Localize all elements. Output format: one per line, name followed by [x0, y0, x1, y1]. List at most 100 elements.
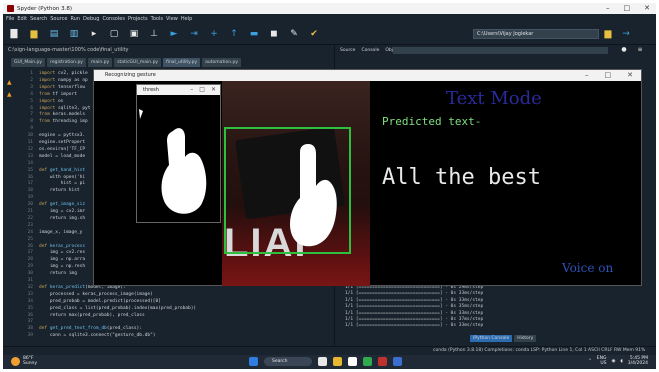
- code-line[interactable]: engine = pyttsx3.: [39, 133, 85, 138]
- warning-icon[interactable]: ▲: [7, 91, 12, 98]
- menu-run[interactable]: Run: [70, 16, 80, 22]
- code-line[interactable]: return max(pred_probab), pred_class: [39, 313, 145, 318]
- tab-static-gui-main[interactable]: staticGUI_main.py: [114, 58, 162, 67]
- wifi-icon[interactable]: ◉: [611, 359, 615, 364]
- file-explorer-icon[interactable]: [333, 357, 342, 366]
- code-line[interactable]: from threading imp: [39, 119, 88, 124]
- code-line[interactable]: hist = pi: [39, 181, 85, 186]
- step-into-icon[interactable]: ⇥: [189, 29, 199, 39]
- code-line[interactable]: import sqlite3, pyt: [39, 106, 90, 111]
- object-search-input[interactable]: [393, 47, 608, 54]
- stop-debug-icon[interactable]: ▬: [249, 29, 259, 39]
- code-line[interactable]: def get_pred_text_from_db(pred_class):: [39, 326, 142, 331]
- menu-view[interactable]: View: [166, 16, 178, 22]
- code-line[interactable]: model = load_mode: [39, 154, 85, 159]
- tab-automation[interactable]: automation.py: [202, 58, 242, 67]
- code-line[interactable]: import numpy as np: [39, 78, 88, 83]
- code-line[interactable]: import tensorflow: [39, 85, 85, 90]
- code-line[interactable]: img = cv2.res: [39, 250, 85, 255]
- windows-start-icon[interactable]: [249, 357, 258, 366]
- thresh-maximize-button[interactable]: □: [199, 85, 205, 95]
- save-all-icon[interactable]: ▥: [69, 29, 79, 39]
- code-line[interactable]: image_x, image_y: [39, 230, 82, 235]
- tab-registration[interactable]: registration.py: [47, 58, 86, 67]
- maximize-pane-icon[interactable]: ◼: [269, 29, 279, 39]
- code-line[interactable]: os.environ['TF_CP: [39, 147, 85, 152]
- notepad-icon[interactable]: [348, 357, 357, 366]
- chrome-icon[interactable]: [363, 357, 372, 366]
- volume-icon[interactable]: ◖: [620, 359, 622, 364]
- gesture-maximize-button[interactable]: □: [605, 70, 612, 81]
- code-line[interactable]: engine.setPropert: [39, 140, 85, 145]
- task-view-icon[interactable]: [318, 357, 327, 366]
- code-line[interactable]: img = np.resh: [39, 264, 85, 269]
- step-icon[interactable]: ►: [169, 29, 179, 39]
- run-icon[interactable]: ▸: [89, 29, 99, 39]
- tab-history[interactable]: History: [514, 335, 537, 342]
- run-cell-icon[interactable]: ▢: [109, 29, 119, 39]
- tab-ipython-console[interactable]: IPython Console: [470, 335, 513, 342]
- python-taskbar-icon[interactable]: [393, 357, 402, 366]
- code-line[interactable]: def keras_process: [39, 244, 85, 249]
- python-path-icon[interactable]: ✔: [309, 29, 319, 39]
- gesture-window-titlebar[interactable]: Recognizing gesture – □ ✕: [94, 70, 641, 81]
- new-file-icon[interactable]: ▇: [9, 29, 19, 39]
- minimize-button[interactable]: –: [606, 4, 610, 12]
- code-line[interactable]: return img.sh: [39, 216, 85, 221]
- step-return-icon[interactable]: +: [209, 29, 219, 39]
- thresh-window[interactable]: thresh – □ ✕: [136, 84, 221, 223]
- code-line[interactable]: return img: [39, 271, 77, 276]
- code-line[interactable]: img = cv2.imr: [39, 209, 85, 214]
- gesture-close-button[interactable]: ✕: [627, 70, 633, 81]
- thresh-minimize-button[interactable]: –: [190, 85, 193, 95]
- tab-source[interactable]: Source: [340, 48, 355, 53]
- code-line[interactable]: pred_probab = model.predict(processed)[0…: [39, 299, 161, 304]
- preferences-wrench-icon[interactable]: ✎: [289, 29, 299, 39]
- tab-main[interactable]: main.py: [87, 58, 113, 67]
- menu-projects[interactable]: Projects: [128, 16, 148, 22]
- menu-file[interactable]: File: [6, 16, 14, 22]
- open-folder-icon[interactable]: ▆: [29, 29, 39, 39]
- code-line[interactable]: from tf import: [39, 92, 77, 97]
- close-button[interactable]: ✕: [644, 4, 650, 12]
- parent-directory-icon[interactable]: →: [621, 29, 631, 39]
- menu-edit[interactable]: Edit: [17, 16, 27, 22]
- maximize-button[interactable]: □: [624, 4, 631, 12]
- code-line[interactable]: import os: [39, 99, 63, 104]
- menu-tools[interactable]: Tools: [151, 16, 163, 22]
- code-line[interactable]: with open('hi: [39, 175, 85, 180]
- debug-icon[interactable]: ⊥: [149, 29, 159, 39]
- taskbar-search[interactable]: Search: [264, 357, 312, 366]
- code-line[interactable]: import cv2, pickle: [39, 71, 88, 76]
- continue-icon[interactable]: ↑: [229, 29, 239, 39]
- menu-search[interactable]: Search: [30, 16, 47, 22]
- code-line[interactable]: def get_image_siz: [39, 202, 85, 207]
- menu-consoles[interactable]: Consoles: [102, 16, 124, 22]
- thresh-close-button[interactable]: ✕: [211, 85, 216, 95]
- tab-gui-main[interactable]: GUI_Main.py: [11, 58, 46, 67]
- save-icon[interactable]: ▤: [49, 29, 59, 39]
- clock[interactable]: 5:45 PM 3/4/2024: [628, 356, 648, 366]
- run-cell-advance-icon[interactable]: ▣: [129, 29, 139, 39]
- tab-final-utility[interactable]: final_utility.py: [163, 58, 201, 67]
- gesture-minimize-button[interactable]: –: [585, 70, 589, 81]
- code-line[interactable]: img = np.arra: [39, 257, 85, 262]
- menu-help[interactable]: Help: [181, 16, 192, 22]
- tray-chevron-icon[interactable]: ⌃: [588, 359, 592, 364]
- code-line[interactable]: from keras.models: [39, 112, 85, 117]
- tab-console[interactable]: Console: [361, 48, 379, 53]
- options-icon[interactable]: ≡: [635, 45, 645, 55]
- code-line[interactable]: processed = keras_process_image(image): [39, 292, 153, 297]
- spyder-taskbar-icon[interactable]: [378, 357, 387, 366]
- warning-icon[interactable]: ▲: [7, 79, 12, 86]
- code-line[interactable]: pred_class = list(pred_probab).index(max…: [39, 306, 196, 311]
- code-line[interactable]: def get_hand_hist: [39, 168, 85, 173]
- menu-source[interactable]: Source: [50, 16, 67, 22]
- code-line[interactable]: conn = sqlite3.connect("gesture_db.db"): [39, 333, 156, 338]
- working-directory-input[interactable]: C:\Users\Vijay Joglekar: [473, 29, 599, 39]
- lock-icon[interactable]: ●: [619, 45, 629, 55]
- weather-widget[interactable]: 86°F Sunny: [11, 356, 37, 366]
- browse-folder-icon[interactable]: ▆: [603, 29, 613, 39]
- code-line[interactable]: return hist: [39, 188, 80, 193]
- menu-debug[interactable]: Debug: [83, 16, 99, 22]
